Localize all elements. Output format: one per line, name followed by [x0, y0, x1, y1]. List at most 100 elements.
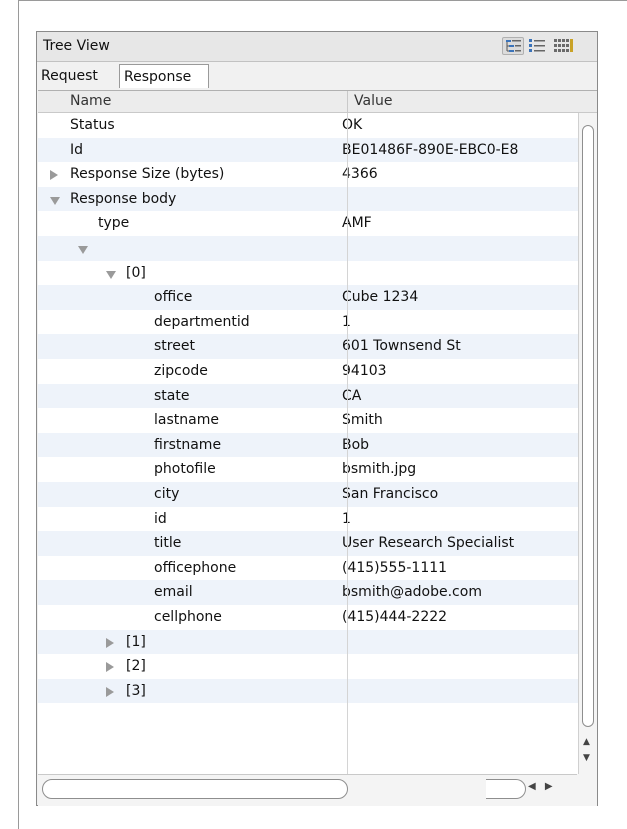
table-row[interactable]: state CA — [38, 383, 578, 409]
column-divider[interactable] — [347, 91, 348, 112]
table-row[interactable]: Response Size (bytes) 4366 — [38, 162, 578, 187]
list-view-icon — [529, 39, 545, 52]
table-row[interactable]: firstname Bob — [38, 432, 578, 458]
row-name: city — [154, 486, 180, 502]
row-name: [0] — [126, 264, 146, 281]
grid-view-icon — [554, 39, 573, 52]
row-name: street — [154, 338, 195, 355]
table-row[interactable]: departmentid 1 — [38, 310, 578, 335]
row-value: San Francisco — [342, 486, 439, 502]
row-value: 1 — [342, 314, 574, 330]
grid-view-button[interactable] — [552, 37, 574, 55]
row-value: User Research Specialist — [342, 535, 515, 552]
row-name: cellphone — [154, 609, 222, 625]
table-row[interactable]: id 1 — [38, 507, 578, 532]
disclosure-collapsed-icon[interactable] — [50, 169, 59, 185]
row-value: OK — [342, 117, 363, 133]
table-row[interactable]: email bsmith@adobe.com — [38, 580, 578, 605]
table-row[interactable]: Status OK — [38, 113, 578, 138]
row-name: Id — [70, 141, 84, 158]
tab-bar: Request Response — [37, 63, 597, 89]
row-value: BE01486F-890E-EBC0-E8 — [342, 141, 519, 158]
column-header-value[interactable]: Value — [354, 93, 392, 109]
table-row[interactable]: [1] — [38, 629, 578, 655]
table-row[interactable]: zipcode 94103 — [38, 359, 578, 384]
row-name: [3] — [126, 682, 146, 699]
table-row[interactable] — [38, 236, 578, 261]
column-header-name[interactable]: Name — [70, 93, 111, 109]
table-row[interactable]: lastname Smith — [38, 408, 578, 433]
table-row[interactable]: [2] — [38, 654, 578, 679]
table-row[interactable]: [0] — [38, 261, 578, 286]
table-header: Name Value — [38, 91, 597, 113]
tree-table: Name Value Status OK Id BE01486F-890E-EBC0-… — [38, 90, 597, 774]
row-name: zipcode — [154, 363, 208, 379]
row-name: photofile — [154, 461, 216, 478]
row-name: office — [154, 289, 193, 306]
disclosure-collapsed-icon[interactable] — [106, 661, 115, 677]
row-value: bsmith@adobe.com — [342, 584, 482, 601]
row-value: (415)555-1111 — [342, 559, 448, 576]
row-name: Response body — [70, 190, 177, 207]
table-row[interactable]: Response body — [38, 186, 578, 212]
table-row[interactable]: officephone (415)555-1111 — [38, 556, 578, 581]
panel-titlebar: Tree View — [37, 32, 597, 62]
row-value: Bob — [342, 436, 370, 453]
row-name: officephone — [154, 559, 237, 576]
row-name: email — [154, 584, 193, 601]
row-value: 94103 — [342, 363, 387, 379]
table-row[interactable]: [3] — [38, 678, 578, 704]
row-value: bsmith.jpg — [342, 461, 417, 478]
table-row[interactable]: street 601 Townsend St — [38, 334, 578, 359]
row-name: [2] — [126, 658, 146, 675]
row-name: id — [154, 510, 167, 527]
vertical-scroll-thumb[interactable] — [582, 125, 594, 727]
row-value: Smith — [342, 412, 383, 429]
row-value: 1 — [342, 511, 574, 527]
row-value: AMF — [342, 215, 372, 232]
row-value: CA — [342, 387, 362, 404]
table-row[interactable]: photofile bsmith.jpg — [38, 457, 578, 482]
panel-title: Tree View — [43, 38, 110, 54]
row-value: Cube 1234 — [342, 289, 419, 306]
scroll-up-arrow-icon[interactable]: ▲ — [583, 737, 590, 747]
column-separator — [347, 113, 348, 774]
row-name: [1] — [126, 633, 146, 650]
tab-request[interactable]: Request — [37, 64, 121, 88]
row-name: departmentid — [154, 313, 250, 330]
horizontal-scroll-track-end — [486, 779, 526, 799]
tree-view-button[interactable] — [502, 37, 524, 55]
disclosure-collapsed-icon[interactable] — [106, 637, 115, 653]
table-row[interactable]: type AMF — [38, 211, 578, 236]
disclosure-expanded-icon[interactable] — [78, 243, 89, 259]
disclosure-expanded-icon[interactable] — [50, 194, 61, 210]
table-rows: Status OK Id BE01486F-890E-EBC0-E8 Response … — [38, 113, 578, 774]
tree-view-panel: Tree View Request Response Name Value St… — [36, 31, 598, 806]
disclosure-collapsed-icon[interactable] — [106, 686, 115, 702]
scroll-left-arrow-icon[interactable]: ◀ — [528, 781, 536, 792]
horizontal-scrollbar[interactable]: ◀ ▶ — [38, 774, 597, 806]
disclosure-expanded-icon[interactable] — [106, 268, 117, 284]
row-name: Status — [70, 117, 115, 133]
row-name: firstname — [154, 436, 222, 453]
table-row[interactable]: title User Research Specialist — [38, 531, 578, 556]
row-value: 601 Townsend St — [342, 338, 461, 355]
tab-response[interactable]: Response — [119, 64, 209, 88]
table-row[interactable]: office Cube 1234 — [38, 285, 578, 310]
row-name: lastname — [154, 412, 219, 429]
tree-view-icon — [506, 40, 521, 52]
row-name: state — [154, 387, 190, 404]
scroll-down-arrow-icon[interactable]: ▼ — [583, 753, 590, 763]
list-view-button[interactable] — [527, 37, 549, 55]
row-name: title — [154, 535, 182, 552]
table-row[interactable]: cellphone (415)444-2222 — [38, 605, 578, 630]
scroll-right-arrow-icon[interactable]: ▶ — [545, 781, 553, 792]
table-row[interactable]: city San Francisco — [38, 482, 578, 507]
table-row[interactable]: Id BE01486F-890E-EBC0-E8 — [38, 137, 578, 163]
row-name: Response Size (bytes) — [70, 166, 225, 183]
vertical-scrollbar[interactable]: ▲ ▼ — [578, 113, 597, 774]
row-name: type — [98, 215, 130, 232]
row-value: 4366 — [342, 166, 378, 183]
horizontal-scroll-thumb[interactable] — [42, 779, 348, 799]
scroll-corner — [577, 774, 597, 805]
